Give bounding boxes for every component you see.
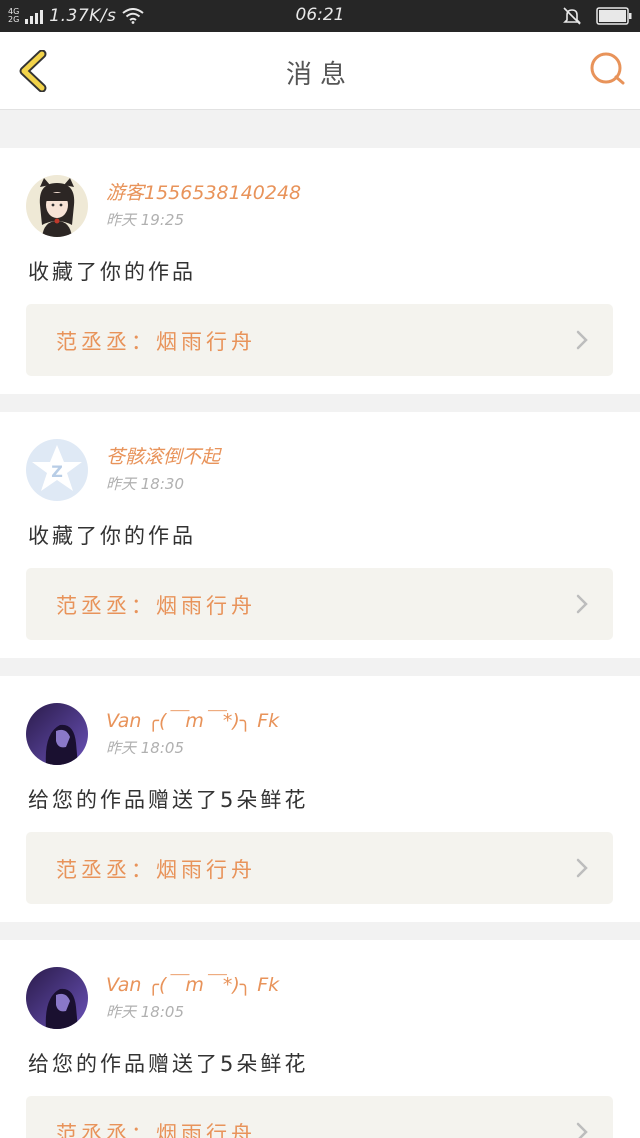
avatar[interactable]: [26, 703, 88, 765]
message-card: Z 苍骸滚倒不起 昨天 18:30 收藏了你的作品 范丞丞：烟雨行舟: [0, 412, 640, 658]
message-text: 给您的作品赠送了5朵鲜花: [28, 1052, 309, 1076]
username[interactable]: Van ╭(￣m￣*)╮ Fk: [106, 706, 279, 733]
message-card: Van ╭(￣m￣*)╮ Fk 昨天 18:05 给您的作品赠送了5朵鲜花 范丞…: [0, 676, 640, 922]
status-bar: 4G 2G 1.37K/s 06:21: [0, 0, 640, 32]
status-right: [562, 6, 632, 26]
work-title: 范丞丞：烟雨行舟: [56, 594, 256, 618]
message-card: Van ╭(￣m￣*)╮ Fk 昨天 18:05 给您的作品赠送了5朵鲜花 范丞…: [0, 940, 640, 1138]
work-link[interactable]: 范丞丞：烟雨行舟: [26, 568, 613, 640]
message-time: 昨天 19:25: [106, 211, 184, 229]
chevron-right-icon: [576, 594, 588, 614]
svg-text:Z: Z: [51, 462, 63, 481]
chevron-right-icon: [576, 858, 588, 878]
battery-icon: [596, 7, 632, 25]
work-link[interactable]: 范丞丞：烟雨行舟: [26, 304, 613, 376]
work-link[interactable]: 范丞丞：烟雨行舟: [26, 832, 613, 904]
work-title: 范丞丞：烟雨行舟: [56, 858, 256, 882]
purple-portrait-avatar-icon: [26, 703, 88, 765]
status-time: 06:21: [295, 5, 345, 25]
bell-muted-icon: [563, 7, 581, 25]
message-time: 昨天 18:05: [106, 1003, 184, 1021]
purple-portrait-avatar-icon: [26, 967, 88, 1029]
work-link[interactable]: 范丞丞：烟雨行舟: [26, 1096, 613, 1138]
default-star-avatar-icon: Z: [26, 439, 88, 501]
message-text: 收藏了你的作品: [28, 524, 196, 548]
username[interactable]: 苍骸滚倒不起: [106, 442, 220, 469]
message-text: 收藏了你的作品: [28, 260, 196, 284]
message-time: 昨天 18:30: [106, 475, 184, 493]
chevron-right-icon: [576, 330, 588, 350]
message-card: 游客15565381402​48 昨天 19:25 收藏了你的作品 范丞丞：烟雨…: [0, 148, 640, 394]
chevron-right-icon: [576, 1122, 588, 1138]
avatar[interactable]: [26, 967, 88, 1029]
username[interactable]: 游客15565381402​48: [106, 178, 301, 205]
avatar[interactable]: [26, 175, 88, 237]
message-text: 给您的作品赠送了5朵鲜花: [28, 788, 309, 812]
page-title: 消息: [285, 60, 354, 90]
header-bar: 消息: [0, 32, 640, 110]
work-title: 范丞丞：烟雨行舟: [56, 1122, 256, 1138]
message-time: 昨天 18:05: [106, 739, 184, 757]
username[interactable]: Van ╭(￣m￣*)╮ Fk: [106, 970, 279, 997]
anime-girl-avatar-icon: [26, 175, 88, 237]
work-title: 范丞丞：烟雨行舟: [56, 330, 256, 354]
search-icon[interactable]: [588, 50, 626, 88]
avatar[interactable]: Z: [26, 439, 88, 501]
